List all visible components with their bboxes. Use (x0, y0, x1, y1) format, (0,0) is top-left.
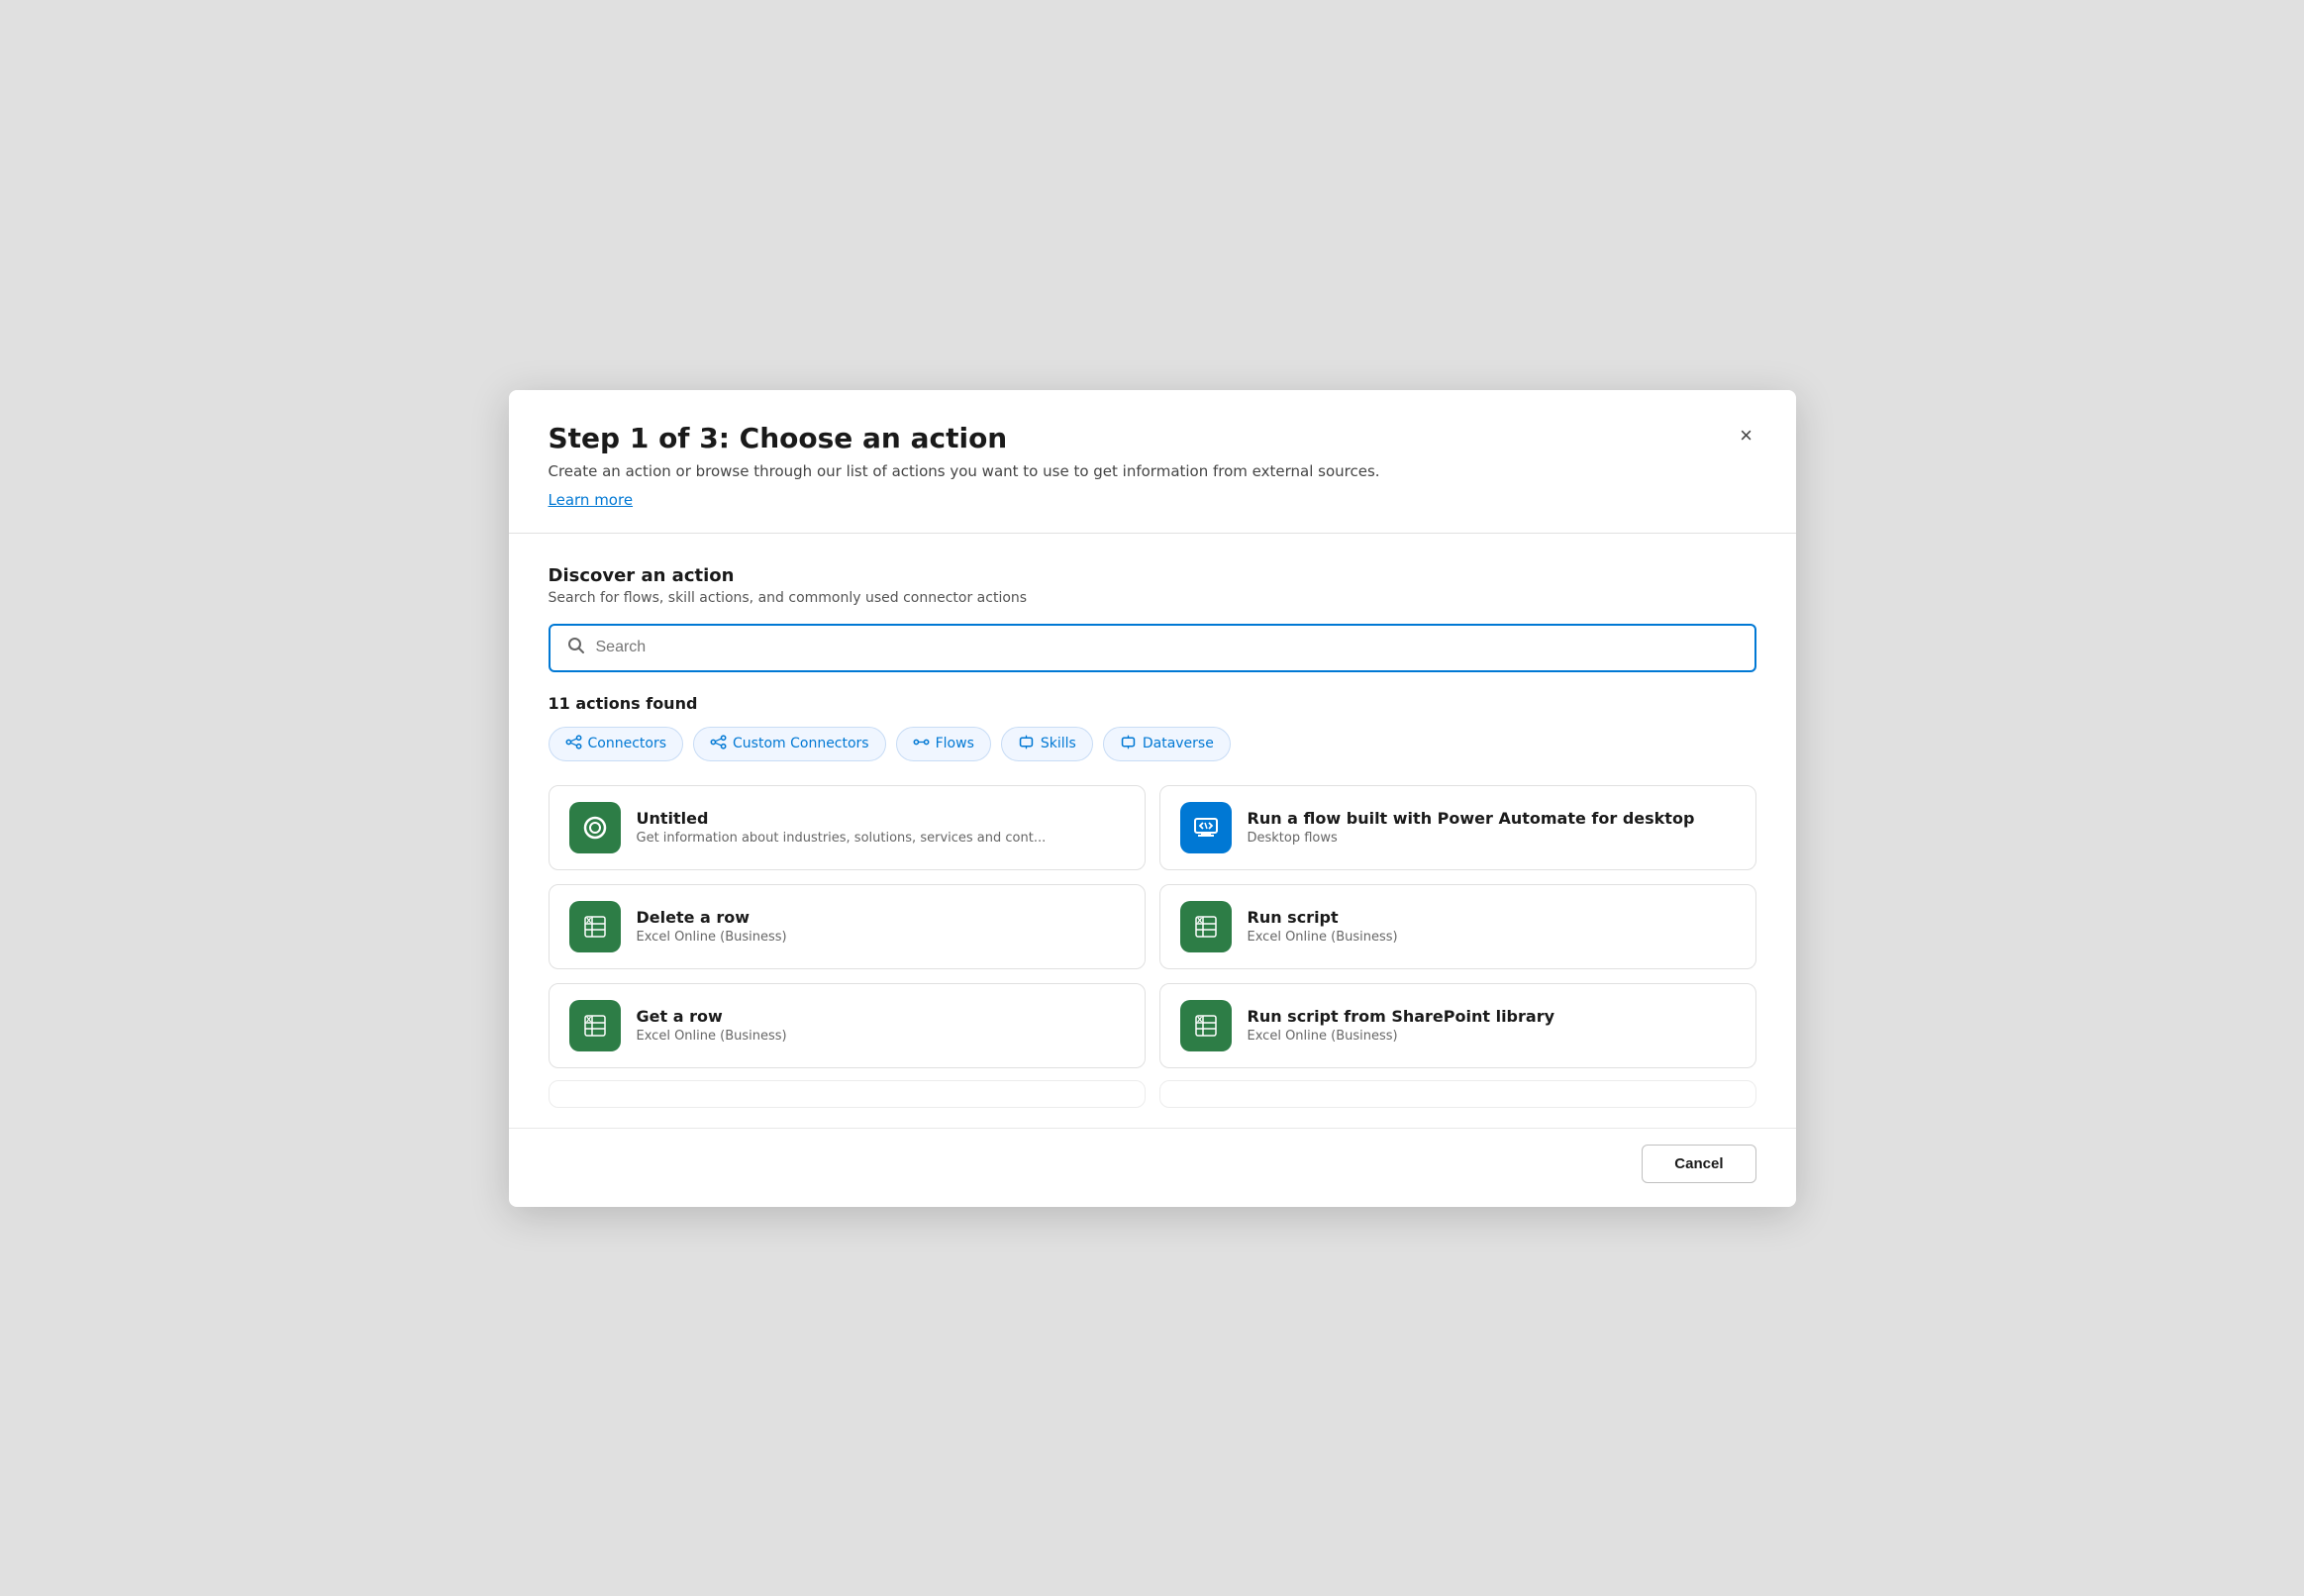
search-icon (566, 636, 586, 660)
search-input[interactable] (596, 639, 1739, 656)
desktop-flow-text: Run a flow built with Power Automate for… (1248, 809, 1695, 846)
partial-row (549, 1080, 1756, 1108)
run-script-subtitle: Excel Online (Business) (1248, 930, 1398, 945)
skills-label: Skills (1041, 736, 1076, 751)
run-script-icon: X (1180, 901, 1232, 952)
dataverse-label: Dataverse (1143, 736, 1214, 751)
get-row-title: Get a row (637, 1007, 787, 1026)
dialog-subtitle: Create an action or browse through our l… (549, 462, 1756, 480)
flows-label: Flows (936, 736, 974, 751)
flows-icon (913, 734, 930, 754)
learn-more-link[interactable]: Learn more (549, 491, 634, 509)
desktop-flow-subtitle: Desktop flows (1248, 831, 1695, 846)
partial-card-right (1159, 1080, 1756, 1108)
actions-grid: Untitled Get information about industrie… (549, 785, 1756, 1068)
filter-tags: Connectors Custom Connectors (549, 727, 1756, 761)
untitled-subtitle: Get information about industries, soluti… (637, 831, 1047, 846)
run-script-sharepoint-text: Run script from SharePoint library Excel… (1248, 1007, 1555, 1044)
dialog-title: Step 1 of 3: Choose an action (549, 422, 1756, 454)
desktop-flow-icon (1180, 802, 1232, 853)
run-script-text: Run script Excel Online (Business) (1248, 908, 1398, 945)
close-button[interactable]: × (1729, 418, 1764, 453)
connectors-label: Connectors (588, 736, 667, 751)
action-run-script[interactable]: X Run script Excel Online (Business) (1159, 884, 1756, 969)
filter-skills[interactable]: Skills (1001, 727, 1093, 761)
connectors-icon (565, 734, 582, 754)
cancel-button[interactable]: Cancel (1642, 1145, 1755, 1183)
action-delete-row[interactable]: X Delete a row Excel Online (Business) (549, 884, 1146, 969)
dialog-header: Step 1 of 3: Choose an action Create an … (509, 390, 1796, 534)
filter-dataverse[interactable]: Dataverse (1103, 727, 1231, 761)
get-row-text: Get a row Excel Online (Business) (637, 1007, 787, 1044)
untitled-text: Untitled Get information about industrie… (637, 809, 1047, 846)
delete-row-subtitle: Excel Online (Business) (637, 930, 787, 945)
run-script-sharepoint-subtitle: Excel Online (Business) (1248, 1029, 1555, 1044)
svg-text:X: X (586, 1016, 592, 1024)
dialog-footer: Cancel (509, 1128, 1796, 1207)
desktop-flow-title: Run a flow built with Power Automate for… (1248, 809, 1695, 828)
action-untitled[interactable]: Untitled Get information about industrie… (549, 785, 1146, 870)
run-script-sharepoint-title: Run script from SharePoint library (1248, 1007, 1555, 1026)
dataverse-icon (1120, 734, 1137, 754)
untitled-icon (569, 802, 621, 853)
dialog-body: Discover an action Search for flows, ski… (509, 534, 1796, 1124)
dialog: Step 1 of 3: Choose an action Create an … (509, 390, 1796, 1207)
delete-row-title: Delete a row (637, 908, 787, 927)
action-run-script-sharepoint[interactable]: X Run script from SharePoint library Exc… (1159, 983, 1756, 1068)
filter-connectors[interactable]: Connectors (549, 727, 684, 761)
custom-connectors-icon (710, 734, 727, 754)
untitled-title: Untitled (637, 809, 1047, 828)
partial-card-left (549, 1080, 1146, 1108)
get-row-icon: X (569, 1000, 621, 1051)
custom-connectors-label: Custom Connectors (733, 736, 869, 751)
svg-text:X: X (1197, 917, 1203, 925)
filter-custom-connectors[interactable]: Custom Connectors (693, 727, 886, 761)
search-box (549, 624, 1756, 672)
discover-subtitle: Search for flows, skill actions, and com… (549, 590, 1756, 606)
filter-flows[interactable]: Flows (896, 727, 991, 761)
run-script-sharepoint-icon: X (1180, 1000, 1232, 1051)
skills-icon (1018, 734, 1035, 754)
run-script-title: Run script (1248, 908, 1398, 927)
delete-row-icon: X (569, 901, 621, 952)
get-row-subtitle: Excel Online (Business) (637, 1029, 787, 1044)
results-count: 11 actions found (549, 694, 1756, 713)
svg-text:X: X (1197, 1016, 1203, 1024)
svg-text:X: X (586, 917, 592, 925)
discover-title: Discover an action (549, 565, 1756, 586)
action-desktop-flow[interactable]: Run a flow built with Power Automate for… (1159, 785, 1756, 870)
delete-row-text: Delete a row Excel Online (Business) (637, 908, 787, 945)
action-get-row[interactable]: X Get a row Excel Online (Business) (549, 983, 1146, 1068)
